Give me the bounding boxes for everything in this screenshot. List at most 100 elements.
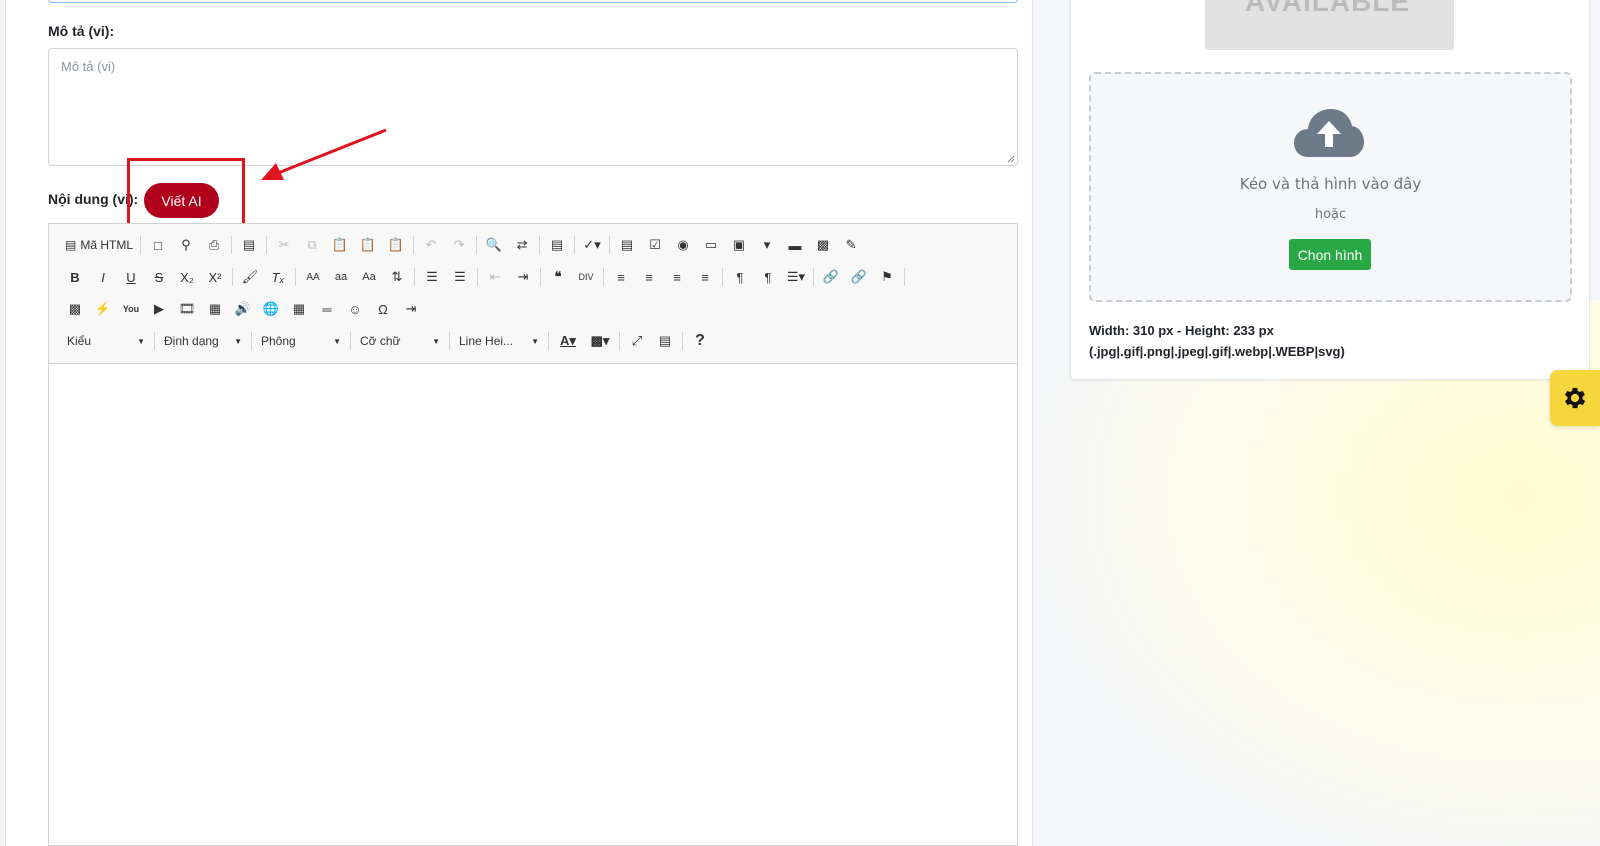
hidden-field-icon[interactable]: ✎ — [837, 232, 865, 258]
paste-text-icon[interactable]: 📋 — [354, 232, 382, 258]
placeholder-image-text: AVAILABLE — [1245, 0, 1411, 17]
styles-combo[interactable]: Kiểu ▼ — [61, 329, 151, 353]
link-icon[interactable]: 🔗 — [817, 264, 845, 290]
superscript-icon[interactable]: X² — [201, 264, 229, 290]
image-size-info: Width: 310 px - Height: 233 px (.jpg|.gi… — [1089, 320, 1345, 362]
size-combo-label: Cỡ chữ — [360, 334, 401, 348]
italic-icon[interactable]: I — [89, 264, 117, 290]
image-dropzone[interactable]: Kéo và thả hình vào đây hoặc Chọn hình — [1089, 72, 1572, 302]
align-left-icon[interactable]: ≡ — [607, 264, 635, 290]
format-combo[interactable]: Định dạng ▼ — [158, 329, 248, 353]
resize-grip-icon[interactable] — [1007, 155, 1015, 163]
horizontal-line-icon[interactable]: ═ — [313, 296, 341, 322]
maximize-icon[interactable]: ⤢ — [623, 328, 651, 354]
redo-icon[interactable]: ↷ — [445, 232, 473, 258]
youtube-icon[interactable]: You — [117, 296, 145, 322]
align-center-icon[interactable]: ≡ — [635, 264, 663, 290]
image-button-icon[interactable]: ▩ — [809, 232, 837, 258]
flash-icon[interactable]: ⚡ — [89, 296, 117, 322]
description-textarea[interactable]: Mô tả (vi) — [48, 48, 1018, 166]
iframe-globe-icon[interactable]: 🌐 — [257, 296, 285, 322]
preview-icon[interactable]: ⚲ — [172, 232, 200, 258]
paste-word-icon[interactable]: 📋 — [382, 232, 410, 258]
editor-content-area[interactable] — [49, 365, 1017, 845]
remove-format-icon[interactable]: Tₓ — [264, 264, 292, 290]
description-placeholder: Mô tả (vi) — [61, 59, 116, 74]
checkbox-icon[interactable]: ☑ — [641, 232, 669, 258]
previous-input-field[interactable] — [48, 0, 1018, 3]
bulleted-list-icon[interactable]: ☰ — [446, 264, 474, 290]
select-field-icon[interactable]: ▾ — [753, 232, 781, 258]
spellcheck-icon[interactable]: ✓▾ — [578, 232, 606, 258]
new-page-icon[interactable]: □ — [144, 232, 172, 258]
media-play-icon[interactable]: ▶ — [145, 296, 173, 322]
cut-icon[interactable]: ✂ — [270, 232, 298, 258]
toolbar-row-3: ▩ ⚡ You ▶ 🎞 ▦ 🔊 🌐 ▦ ═ ☺ Ω ⇥ — [61, 296, 425, 322]
paste-icon[interactable]: 📋 — [326, 232, 354, 258]
chevron-down-icon: ▼ — [531, 336, 539, 346]
special-char-icon[interactable]: Ω — [369, 296, 397, 322]
find-icon[interactable]: 🔍 — [480, 232, 508, 258]
indent-icon[interactable]: ⇥ — [509, 264, 537, 290]
content-label: Nội dung (vi): — [48, 191, 139, 207]
outdent-icon[interactable]: ⇤ — [481, 264, 509, 290]
textfield-icon[interactable]: ▭ — [697, 232, 725, 258]
unlink-icon[interactable]: 🔗 — [845, 264, 873, 290]
copy-format-icon[interactable]: 🖌 — [236, 264, 264, 290]
chevron-down-icon: ▼ — [333, 336, 341, 346]
description-label: Mô tả (vi): — [48, 23, 115, 39]
chevron-down-icon: ▼ — [137, 336, 145, 346]
rtl-icon[interactable]: ¶ — [754, 264, 782, 290]
image-dimensions-text: Width: 310 px - Height: 233 px — [1089, 323, 1274, 338]
chevron-down-icon: ▼ — [432, 336, 440, 346]
templates-icon[interactable]: ▤ — [235, 232, 263, 258]
audio-icon[interactable]: 🔊 — [229, 296, 257, 322]
select-all-icon[interactable]: ▤ — [543, 232, 571, 258]
align-justify-icon[interactable]: ≡ — [691, 264, 719, 290]
text-color-icon[interactable]: A▾ — [552, 328, 584, 354]
smiley-icon[interactable]: ☺ — [341, 296, 369, 322]
image-icon[interactable]: ▩ — [61, 296, 89, 322]
settings-tab[interactable] — [1550, 370, 1600, 426]
image-not-available-placeholder: AVAILABLE — [1205, 0, 1454, 50]
source-html-button[interactable]: ▤ Mã HTML — [61, 232, 137, 258]
choose-image-button[interactable]: Chọn hình — [1289, 239, 1371, 270]
anchor-flag-icon[interactable]: ⚑ — [873, 264, 901, 290]
lowercase-icon[interactable]: aa — [327, 264, 355, 290]
div-container-icon[interactable]: DIV — [572, 264, 600, 290]
toolbar-row-2: B I U S X₂ X² 🖌 Tₓ AA aa Aa ⇅ ☰ ☰ ⇤ ⇥ ❝ … — [61, 264, 908, 290]
language-icon[interactable]: ☰▾ — [782, 264, 810, 290]
help-icon[interactable]: ? — [686, 328, 714, 354]
blockquote-icon[interactable]: ❝ — [544, 264, 572, 290]
underline-icon[interactable]: U — [117, 264, 145, 290]
numbered-list-icon[interactable]: ☰ — [418, 264, 446, 290]
video-icon[interactable]: 🎞 — [173, 296, 201, 322]
textarea-icon[interactable]: ▣ — [725, 232, 753, 258]
form-icon[interactable]: ▤ — [613, 232, 641, 258]
show-blocks-icon[interactable]: ▤ — [651, 328, 679, 354]
button-field-icon[interactable]: ▬ — [781, 232, 809, 258]
strike-icon[interactable]: S — [145, 264, 173, 290]
copy-icon[interactable]: ⧉ — [298, 232, 326, 258]
font-combo[interactable]: Phông ▼ — [255, 329, 347, 353]
font-combo-label: Phông — [261, 334, 296, 348]
subscript-icon[interactable]: X₂ — [173, 264, 201, 290]
line-height-combo[interactable]: Line Hei... ▼ — [453, 329, 545, 353]
bg-color-icon[interactable]: ▩▾ — [584, 328, 616, 354]
bold-icon[interactable]: B — [61, 264, 89, 290]
editor-toolbar: ▤ Mã HTML □ ⚲ ⎙ ▤ ✂ ⧉ 📋 📋 📋 ↶ ↷ 🔍 ⇄ ▤ ✓▾… — [49, 224, 1017, 364]
print-icon[interactable]: ⎙ — [200, 232, 228, 258]
size-combo[interactable]: Cỡ chữ ▼ — [354, 329, 446, 353]
uppercase-icon[interactable]: AA — [299, 264, 327, 290]
table-icon[interactable]: ▦ — [285, 296, 313, 322]
radio-icon[interactable]: ◉ — [669, 232, 697, 258]
align-right-icon[interactable]: ≡ — [663, 264, 691, 290]
transform-icon[interactable]: ⇅ — [383, 264, 411, 290]
replace-icon[interactable]: ⇄ — [508, 232, 536, 258]
capitalize-icon[interactable]: Aa — [355, 264, 383, 290]
ltr-icon[interactable]: ¶ — [726, 264, 754, 290]
page-break-icon[interactable]: ⇥ — [397, 296, 425, 322]
media-embed-icon[interactable]: ▦ — [201, 296, 229, 322]
undo-icon[interactable]: ↶ — [417, 232, 445, 258]
main-form-panel: Mô tả (vi): Mô tả (vi) Nội dung (vi): Vi… — [5, 0, 1033, 846]
